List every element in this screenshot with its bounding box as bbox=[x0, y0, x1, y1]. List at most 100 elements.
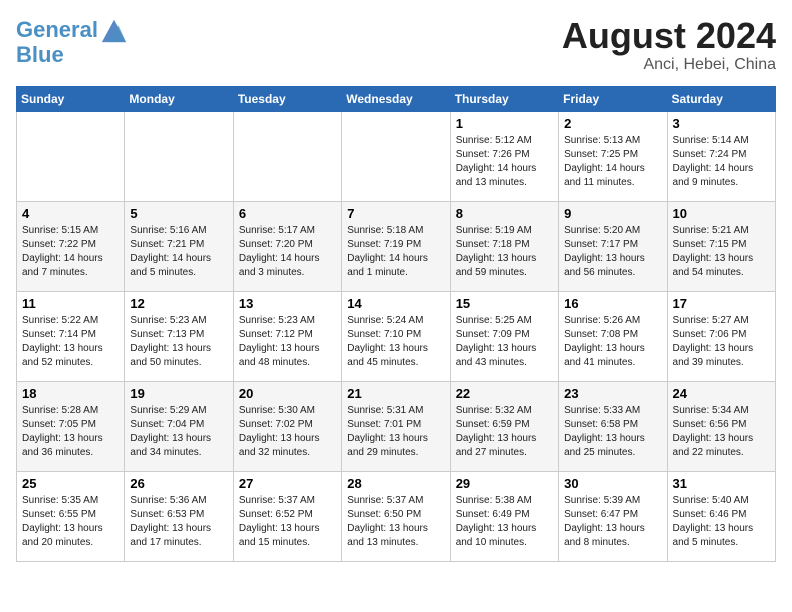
calendar-cell: 16 Sunrise: 5:26 AM Sunset: 7:08 PM Dayli… bbox=[559, 291, 667, 381]
day-info: Sunrise: 5:23 AM Sunset: 7:13 PM Dayligh… bbox=[130, 314, 227, 370]
day-number: 17 bbox=[673, 296, 770, 311]
calendar-cell: 17 Sunrise: 5:27 AM Sunset: 7:06 PM Dayli… bbox=[667, 291, 775, 381]
weekday-header-wednesday: Wednesday bbox=[342, 86, 450, 111]
calendar-cell: 8 Sunrise: 5:19 AM Sunset: 7:18 PM Daylig… bbox=[450, 201, 558, 291]
day-info: Sunrise: 5:13 AM Sunset: 7:25 PM Dayligh… bbox=[564, 134, 661, 190]
day-number: 23 bbox=[564, 386, 661, 401]
day-number: 2 bbox=[564, 116, 661, 131]
logo-text: General bbox=[16, 19, 98, 41]
day-info: Sunrise: 5:16 AM Sunset: 7:21 PM Dayligh… bbox=[130, 224, 227, 280]
day-info: Sunrise: 5:15 AM Sunset: 7:22 PM Dayligh… bbox=[22, 224, 119, 280]
calendar-cell: 14 Sunrise: 5:24 AM Sunset: 7:10 PM Dayli… bbox=[342, 291, 450, 381]
day-info: Sunrise: 5:24 AM Sunset: 7:10 PM Dayligh… bbox=[347, 314, 444, 370]
calendar-cell: 18Sunrise: 5:28 AM Sunset: 7:05 PM Dayli… bbox=[17, 381, 125, 471]
day-info: Sunrise: 5:12 AM Sunset: 7:26 PM Dayligh… bbox=[456, 134, 553, 190]
weekday-header-friday: Friday bbox=[559, 86, 667, 111]
day-info: Sunrise: 5:14 AM Sunset: 7:24 PM Dayligh… bbox=[673, 134, 770, 190]
day-number: 18 bbox=[22, 386, 119, 401]
day-info: Sunrise: 5:38 AM Sunset: 6:49 PM Dayligh… bbox=[456, 494, 553, 550]
day-number: 27 bbox=[239, 476, 336, 491]
month-year: August 2024 bbox=[562, 16, 776, 56]
weekday-header-thursday: Thursday bbox=[450, 86, 558, 111]
page-header: General Blue August 2024 Anci, Hebei, Ch… bbox=[16, 16, 776, 74]
weekday-header-tuesday: Tuesday bbox=[233, 86, 341, 111]
calendar-cell: 19Sunrise: 5:29 AM Sunset: 7:04 PM Dayli… bbox=[125, 381, 233, 471]
day-info: Sunrise: 5:20 AM Sunset: 7:17 PM Dayligh… bbox=[564, 224, 661, 280]
calendar-cell: 28 Sunrise: 5:37 AM Sunset: 6:50 PM Dayli… bbox=[342, 471, 450, 561]
day-info: Sunrise: 5:40 AM Sunset: 6:46 PM Dayligh… bbox=[673, 494, 770, 550]
day-number: 28 bbox=[347, 476, 444, 491]
weekday-header-monday: Monday bbox=[125, 86, 233, 111]
day-number: 14 bbox=[347, 296, 444, 311]
calendar-cell: 30 Sunrise: 5:39 AM Sunset: 6:47 PM Dayli… bbox=[559, 471, 667, 561]
day-number: 29 bbox=[456, 476, 553, 491]
day-info: Sunrise: 5:39 AM Sunset: 6:47 PM Dayligh… bbox=[564, 494, 661, 550]
calendar-cell: 1 Sunrise: 5:12 AM Sunset: 7:26 PM Daylig… bbox=[450, 111, 558, 201]
calendar-cell: 29 Sunrise: 5:38 AM Sunset: 6:49 PM Dayli… bbox=[450, 471, 558, 561]
calendar-cell bbox=[125, 111, 233, 201]
calendar-cell: 3Sunrise: 5:14 AM Sunset: 7:24 PM Daylig… bbox=[667, 111, 775, 201]
day-number: 21 bbox=[347, 386, 444, 401]
calendar-cell: 22 Sunrise: 5:32 AM Sunset: 6:59 PM Dayli… bbox=[450, 381, 558, 471]
day-info: Sunrise: 5:31 AM Sunset: 7:01 PM Dayligh… bbox=[347, 404, 444, 460]
calendar-cell: 31Sunrise: 5:40 AM Sunset: 6:46 PM Dayli… bbox=[667, 471, 775, 561]
day-number: 24 bbox=[673, 386, 770, 401]
day-info: Sunrise: 5:25 AM Sunset: 7:09 PM Dayligh… bbox=[456, 314, 553, 370]
calendar-cell: 24Sunrise: 5:34 AM Sunset: 6:56 PM Dayli… bbox=[667, 381, 775, 471]
day-number: 9 bbox=[564, 206, 661, 221]
calendar-cell bbox=[233, 111, 341, 201]
day-number: 15 bbox=[456, 296, 553, 311]
day-info: Sunrise: 5:32 AM Sunset: 6:59 PM Dayligh… bbox=[456, 404, 553, 460]
calendar-cell: 9 Sunrise: 5:20 AM Sunset: 7:17 PM Daylig… bbox=[559, 201, 667, 291]
day-number: 20 bbox=[239, 386, 336, 401]
calendar-cell: 23 Sunrise: 5:33 AM Sunset: 6:58 PM Dayli… bbox=[559, 381, 667, 471]
day-number: 7 bbox=[347, 206, 444, 221]
calendar-cell: 20 Sunrise: 5:30 AM Sunset: 7:02 PM Dayli… bbox=[233, 381, 341, 471]
day-number: 12 bbox=[130, 296, 227, 311]
weekday-header-saturday: Saturday bbox=[667, 86, 775, 111]
calendar-cell: 21 Sunrise: 5:31 AM Sunset: 7:01 PM Dayli… bbox=[342, 381, 450, 471]
day-info: Sunrise: 5:26 AM Sunset: 7:08 PM Dayligh… bbox=[564, 314, 661, 370]
calendar-cell bbox=[17, 111, 125, 201]
calendar-cell: 6Sunrise: 5:17 AM Sunset: 7:20 PM Daylig… bbox=[233, 201, 341, 291]
calendar-cell: 26 Sunrise: 5:36 AM Sunset: 6:53 PM Dayli… bbox=[125, 471, 233, 561]
calendar-cell: 5Sunrise: 5:16 AM Sunset: 7:21 PM Daylig… bbox=[125, 201, 233, 291]
calendar-cell bbox=[342, 111, 450, 201]
day-number: 1 bbox=[456, 116, 553, 131]
day-info: Sunrise: 5:36 AM Sunset: 6:53 PM Dayligh… bbox=[130, 494, 227, 550]
calendar-cell: 15 Sunrise: 5:25 AM Sunset: 7:09 PM Dayli… bbox=[450, 291, 558, 381]
calendar-cell: 27 Sunrise: 5:37 AM Sunset: 6:52 PM Dayli… bbox=[233, 471, 341, 561]
day-info: Sunrise: 5:19 AM Sunset: 7:18 PM Dayligh… bbox=[456, 224, 553, 280]
title-block: August 2024 Anci, Hebei, China bbox=[562, 16, 776, 74]
calendar-cell: 11 Sunrise: 5:22 AM Sunset: 7:14 PM Dayli… bbox=[17, 291, 125, 381]
day-info: Sunrise: 5:18 AM Sunset: 7:19 PM Dayligh… bbox=[347, 224, 444, 280]
day-number: 16 bbox=[564, 296, 661, 311]
day-info: Sunrise: 5:37 AM Sunset: 6:52 PM Dayligh… bbox=[239, 494, 336, 550]
calendar-cell: 2 Sunrise: 5:13 AM Sunset: 7:25 PM Daylig… bbox=[559, 111, 667, 201]
logo: General Blue bbox=[16, 16, 128, 66]
day-number: 13 bbox=[239, 296, 336, 311]
day-info: Sunrise: 5:23 AM Sunset: 7:12 PM Dayligh… bbox=[239, 314, 336, 370]
day-number: 8 bbox=[456, 206, 553, 221]
calendar-cell: 7 Sunrise: 5:18 AM Sunset: 7:19 PM Daylig… bbox=[342, 201, 450, 291]
day-number: 26 bbox=[130, 476, 227, 491]
day-number: 11 bbox=[22, 296, 119, 311]
day-info: Sunrise: 5:22 AM Sunset: 7:14 PM Dayligh… bbox=[22, 314, 119, 370]
day-info: Sunrise: 5:30 AM Sunset: 7:02 PM Dayligh… bbox=[239, 404, 336, 460]
day-number: 22 bbox=[456, 386, 553, 401]
day-info: Sunrise: 5:35 AM Sunset: 6:55 PM Dayligh… bbox=[22, 494, 119, 550]
calendar-cell: 25 Sunrise: 5:35 AM Sunset: 6:55 PM Dayli… bbox=[17, 471, 125, 561]
calendar-cell: 13 Sunrise: 5:23 AM Sunset: 7:12 PM Dayli… bbox=[233, 291, 341, 381]
calendar-cell: 12 Sunrise: 5:23 AM Sunset: 7:13 PM Dayli… bbox=[125, 291, 233, 381]
logo-text-blue: Blue bbox=[16, 44, 128, 66]
day-number: 25 bbox=[22, 476, 119, 491]
calendar-table: SundayMondayTuesdayWednesdayThursdayFrid… bbox=[16, 86, 776, 562]
day-info: Sunrise: 5:33 AM Sunset: 6:58 PM Dayligh… bbox=[564, 404, 661, 460]
day-number: 30 bbox=[564, 476, 661, 491]
day-info: Sunrise: 5:27 AM Sunset: 7:06 PM Dayligh… bbox=[673, 314, 770, 370]
weekday-header-sunday: Sunday bbox=[17, 86, 125, 111]
calendar-cell: 10Sunrise: 5:21 AM Sunset: 7:15 PM Dayli… bbox=[667, 201, 775, 291]
day-info: Sunrise: 5:37 AM Sunset: 6:50 PM Dayligh… bbox=[347, 494, 444, 550]
calendar-cell: 4Sunrise: 5:15 AM Sunset: 7:22 PM Daylig… bbox=[17, 201, 125, 291]
day-number: 10 bbox=[673, 206, 770, 221]
